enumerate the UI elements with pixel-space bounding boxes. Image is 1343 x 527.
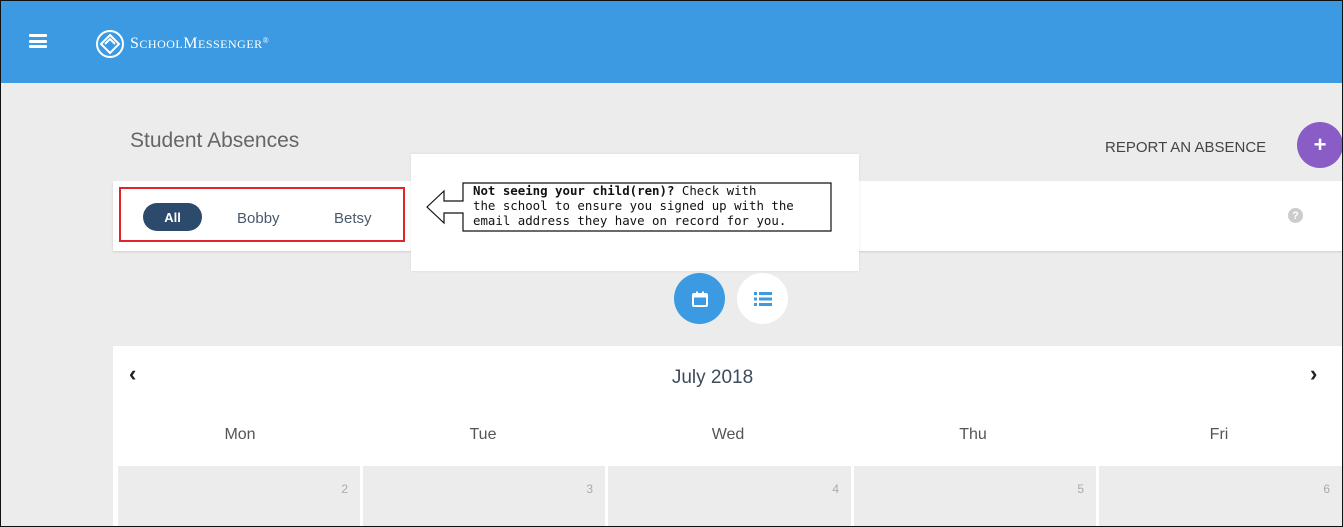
weekday-header: Thu (959, 426, 987, 443)
calendar-day-cell[interactable]: 3 (363, 466, 605, 526)
calendar-view-button[interactable] (674, 273, 725, 324)
day-number: 4 (832, 482, 839, 496)
hamburger-icon[interactable] (29, 34, 47, 48)
filter-chip-bobby[interactable]: Bobby (237, 210, 280, 227)
calendar-day-cell[interactable]: 6 (1099, 466, 1342, 526)
list-icon (753, 291, 772, 306)
page-title: Student Absences (130, 129, 300, 152)
callout-message: Not seeing your child(ren)? Check with t… (473, 183, 794, 228)
next-month-button[interactable]: › (1310, 361, 1317, 387)
top-bar: SCHOOLMESSENGER® (1, 1, 1342, 83)
day-number: 2 (341, 482, 348, 496)
weekday-header: Wed (711, 426, 745, 443)
list-view-button[interactable] (737, 273, 788, 324)
calendar-day-cell[interactable]: 2 (118, 466, 360, 526)
filter-chip-all[interactable]: All (143, 203, 202, 231)
calendar-icon (691, 291, 708, 307)
logo[interactable]: SCHOOLMESSENGER® (95, 27, 269, 61)
day-number: 5 (1077, 482, 1084, 496)
calendar-day-cell[interactable]: 4 (608, 466, 851, 526)
weekday-header: Tue (469, 426, 497, 443)
calendar-month-title: July 2018 (671, 367, 754, 388)
filter-chip-betsy[interactable]: Betsy (334, 210, 372, 227)
report-absence-button[interactable]: REPORT AN ABSENCE (1105, 139, 1266, 156)
day-number: 3 (586, 482, 593, 496)
day-number: 6 (1323, 482, 1330, 496)
report-absence-plus-button[interactable]: + (1297, 122, 1342, 168)
logo-mark-icon (96, 30, 124, 58)
weekday-header: Fri (1209, 426, 1229, 443)
question-icon[interactable]: ? (1288, 208, 1303, 223)
app-window: SCHOOLMESSENGER® Student Absences REPORT… (0, 0, 1343, 527)
app-name: SCHOOLMESSENGER® (130, 35, 270, 52)
calendar-day-cell[interactable]: 5 (854, 466, 1096, 526)
weekday-header: Mon (224, 426, 256, 443)
